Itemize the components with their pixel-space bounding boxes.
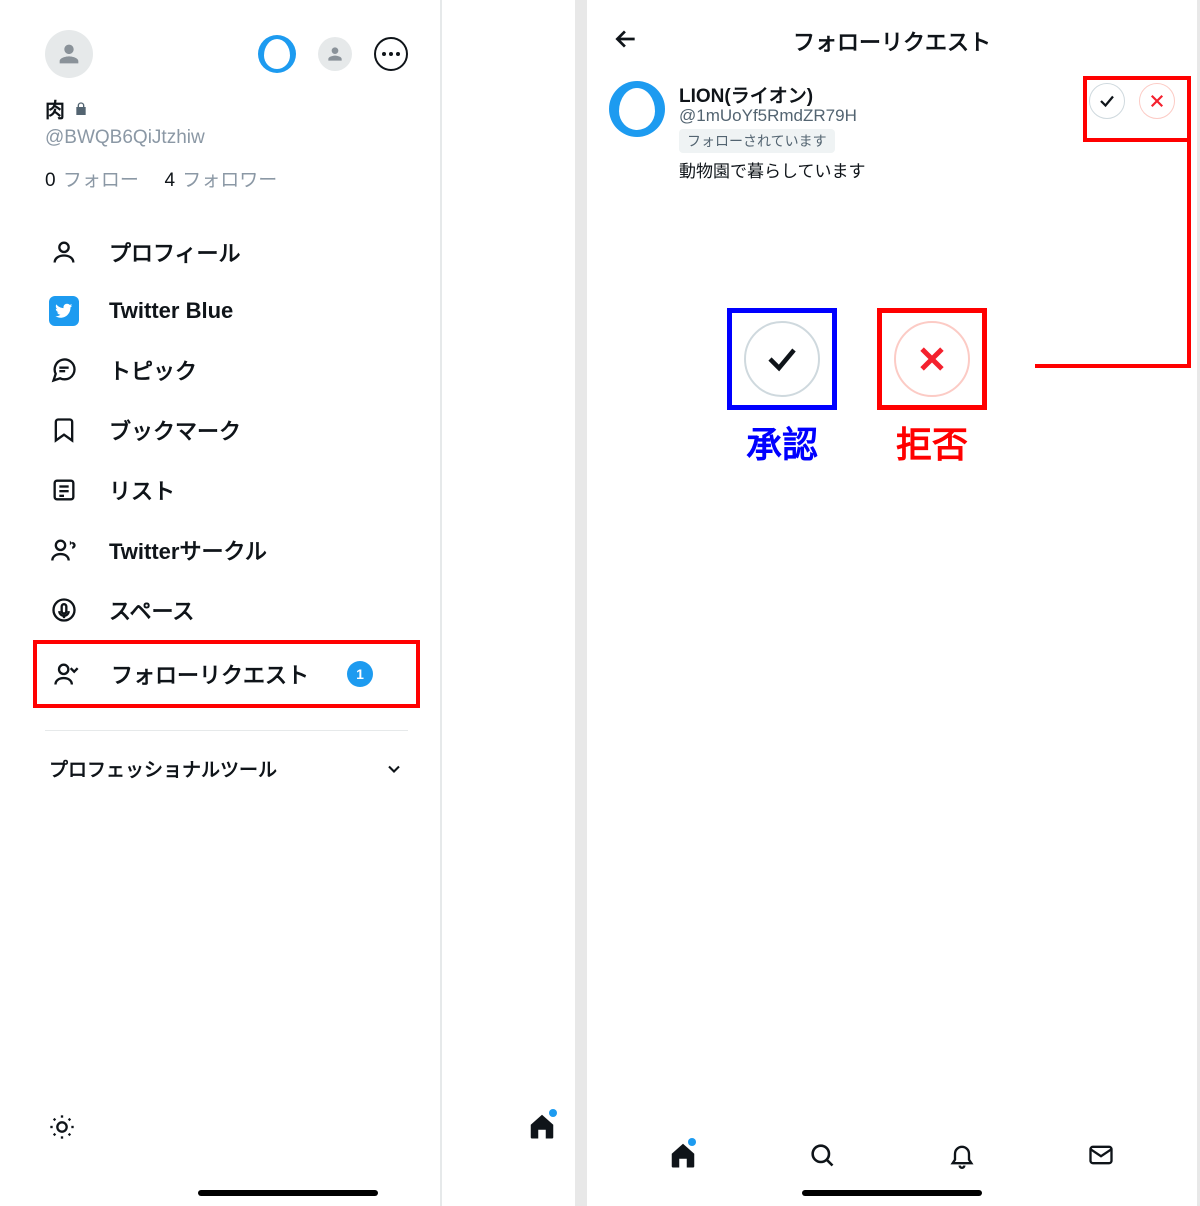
twitter-blue-icon	[49, 296, 79, 326]
drawer-handle: @BWQB6QiJtzhiw	[45, 127, 408, 149]
avatar[interactable]	[45, 30, 93, 78]
search-icon	[808, 1141, 836, 1169]
menu-label: プロフィール	[109, 236, 241, 268]
screen-header: フォローリクエスト	[587, 0, 1197, 75]
check-icon	[764, 341, 800, 377]
annotation-reject-box	[877, 308, 987, 410]
account-switcher-avatar-icon[interactable]	[318, 37, 352, 71]
home-tab-peek[interactable]	[527, 1111, 557, 1146]
tab-search[interactable]	[807, 1140, 837, 1170]
annotation-enlarged-buttons	[727, 308, 987, 410]
followers-count: 4	[164, 170, 175, 191]
menu-item-follow-requests[interactable]: フォローリクエスト 1	[33, 640, 420, 708]
page-title: フォローリクエスト	[609, 25, 1175, 57]
annotation-labels: 承認 拒否	[727, 416, 987, 468]
menu-label: トピック	[109, 354, 197, 386]
annotation-approve-box	[727, 308, 837, 410]
bookmark-icon	[49, 415, 79, 445]
followers-label: フォロワー	[182, 170, 277, 191]
chevron-down-icon	[384, 759, 404, 779]
list-icon	[49, 475, 79, 505]
drawer-menu-screen: 肉 @BWQB6QiJtzhiw 0 フォロー 4 フォロワー プロフィール	[0, 0, 575, 1206]
menu-label: ブックマーク	[109, 414, 241, 446]
menu-item-professional-tools[interactable]: プロフェッショナルツール	[45, 741, 408, 796]
annotation-approve-label: 承認	[727, 416, 837, 468]
reject-button-enlarged	[894, 321, 970, 397]
menu-label: リスト	[109, 474, 175, 506]
person-icon	[49, 237, 79, 267]
menu-item-circle[interactable]: Twitterサークル	[45, 520, 408, 580]
more-accounts-button[interactable]	[374, 37, 408, 71]
microphone-icon	[49, 595, 79, 625]
home-indicator	[198, 1190, 378, 1196]
notification-dot	[688, 1138, 696, 1146]
annotation-reject-label: 拒否	[877, 416, 987, 468]
requester-avatar[interactable]	[609, 81, 665, 137]
notification-dot	[549, 1109, 557, 1117]
annotation-connector-h	[1035, 364, 1191, 368]
envelope-icon	[1087, 1141, 1115, 1169]
close-icon	[915, 342, 949, 376]
display-settings-button[interactable]	[48, 1113, 76, 1146]
back-button[interactable]	[613, 26, 639, 57]
arrow-left-icon	[613, 26, 639, 52]
menu-label: スペース	[109, 594, 194, 626]
pro-tools-label: プロフェッショナルツール	[49, 755, 277, 782]
sun-icon	[48, 1113, 76, 1141]
bottom-tab-bar	[587, 1140, 1197, 1170]
ellipsis-icon	[382, 52, 400, 56]
drawer-menu-list: プロフィール Twitter Blue トピック	[45, 222, 408, 708]
circle-icon	[49, 535, 79, 565]
tab-home[interactable]	[668, 1140, 698, 1170]
annotation-highlight-actions	[1083, 76, 1191, 142]
requester-handle: @1mUoYf5RmdZR79H	[679, 106, 1075, 126]
drawer-username[interactable]: 肉	[45, 94, 408, 123]
menu-divider	[45, 730, 408, 731]
speech-bubble-icon	[49, 355, 79, 385]
bell-icon	[948, 1141, 976, 1169]
lock-icon	[73, 101, 89, 117]
tab-notifications[interactable]	[947, 1140, 977, 1170]
menu-item-spaces[interactable]: スペース	[45, 580, 408, 640]
menu-item-twitter-blue[interactable]: Twitter Blue	[45, 282, 408, 340]
menu-label: Twitter Blue	[109, 298, 233, 324]
requester-name: LION(ライオン)	[679, 81, 1075, 108]
account-switcher-egg-icon[interactable]	[258, 35, 296, 73]
menu-label: Twitterサークル	[109, 534, 267, 566]
requester-bio: 動物園で暮らしています	[679, 157, 1075, 182]
follow-requests-screen: フォローリクエスト LION(ライオン) @1mUoYf5RmdZR79H フォ…	[587, 0, 1197, 1206]
menu-item-blurred	[45, 796, 408, 836]
home-indicator	[802, 1190, 982, 1196]
menu-item-bookmarks[interactable]: ブックマーク	[45, 400, 408, 460]
username-text: 肉	[45, 94, 65, 123]
person-add-icon	[51, 659, 81, 689]
background-column	[440, 0, 575, 1206]
approve-button-enlarged	[744, 321, 820, 397]
following-count: 0	[45, 170, 56, 191]
drawer-topbar	[45, 30, 408, 78]
follows-you-badge: フォローされています	[679, 129, 835, 153]
menu-item-profile[interactable]: プロフィール	[45, 222, 408, 282]
annotation-connector-v	[1187, 142, 1191, 368]
menu-item-topics[interactable]: トピック	[45, 340, 408, 400]
tab-messages[interactable]	[1086, 1140, 1116, 1170]
menu-label: フォローリクエスト	[111, 658, 309, 690]
menu-item-lists[interactable]: リスト	[45, 460, 408, 520]
follow-stats[interactable]: 0 フォロー 4 フォロワー	[45, 165, 408, 192]
follow-requests-badge: 1	[347, 661, 373, 687]
following-label: フォロー	[63, 170, 139, 191]
